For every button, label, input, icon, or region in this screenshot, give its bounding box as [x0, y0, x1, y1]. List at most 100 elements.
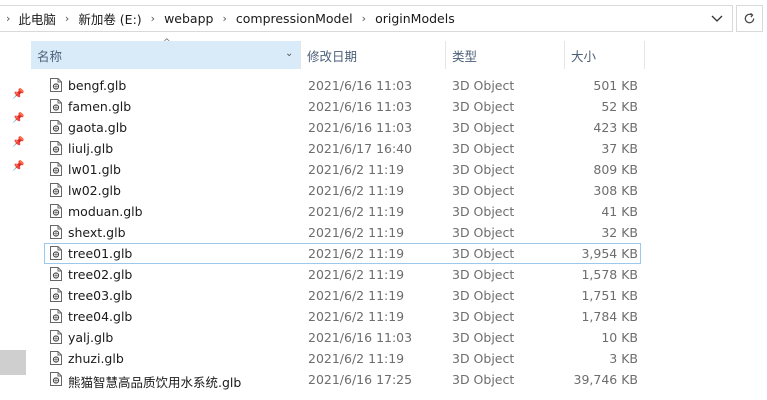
file-name: tree01.glb [68, 246, 133, 261]
file-row[interactable]: bengf.glb 2021/6/16 11:03 3D Object 501 KB [44, 75, 641, 96]
file-name: lw02.glb [68, 183, 121, 198]
file-row[interactable]: lw01.glb 2021/6/2 11:19 3D Object 809 KB [44, 159, 641, 180]
chevron-right-icon[interactable]: › [6, 12, 10, 25]
chevron-down-icon[interactable]: ⌄ [285, 48, 293, 59]
file-size: 423 KB [593, 120, 638, 135]
file-date: 2021/6/2 11:19 [308, 351, 405, 366]
file-date: 2021/6/2 11:19 [308, 267, 405, 282]
file-type: 3D Object [452, 309, 515, 324]
file-type: 3D Object [452, 330, 515, 345]
file-date: 2021/6/2 11:19 [308, 162, 405, 177]
file-size: 41 KB [601, 204, 638, 219]
file-row[interactable]: liulj.glb 2021/6/17 16:40 3D Object 37 KB [44, 138, 641, 159]
glb-file-icon [50, 162, 62, 176]
file-type: 3D Object [452, 120, 515, 135]
glb-file-icon [50, 225, 62, 239]
column-header-name[interactable]: ^ 名称 ⌄ [31, 38, 301, 69]
sort-up-icon: ^ [163, 38, 171, 48]
column-label: 大小 [571, 48, 597, 64]
file-name: zhuzi.glb [68, 351, 124, 366]
file-row[interactable]: gaota.glb 2021/6/16 11:03 3D Object 423 KB [44, 117, 641, 138]
breadcrumb-item[interactable]: 新加卷 (E:) [78, 9, 141, 28]
file-date: 2021/6/16 17:25 [308, 372, 413, 387]
file-date: 2021/6/16 11:03 [308, 78, 413, 93]
column-header-size[interactable]: 大小 [565, 41, 645, 69]
glb-file-icon [50, 351, 62, 365]
address-bar: › 此电脑 › 新加卷 (E:) › webapp › compressionM… [0, 0, 767, 37]
file-row[interactable]: moduan.glb 2021/6/2 11:19 3D Object 41 KB [44, 201, 641, 222]
file-size: 1,751 KB [581, 288, 638, 303]
file-type: 3D Object [452, 141, 515, 156]
file-date: 2021/6/17 16:40 [308, 141, 413, 156]
pin-icon: 📌 [12, 161, 25, 172]
file-size: 32 KB [601, 225, 638, 240]
file-date: 2021/6/16 11:03 [308, 120, 413, 135]
glb-file-icon [50, 78, 62, 92]
file-row[interactable]: tree03.glb 2021/6/2 11:19 3D Object 1,751 K… [44, 285, 641, 306]
glb-file-icon [50, 120, 62, 134]
column-header: ^ 名称 ⌄ 修改日期 类型 大小 [31, 38, 645, 69]
pin-icon: 📌 [12, 89, 25, 100]
file-size: 52 KB [601, 99, 638, 114]
column-label: 类型 [452, 48, 478, 64]
file-name: moduan.glb [68, 204, 143, 219]
file-row[interactable]: yalj.glb 2021/6/16 11:03 3D Object 10 KB [44, 327, 641, 348]
file-row[interactable]: lw02.glb 2021/6/2 11:19 3D Object 308 KB [44, 180, 641, 201]
chevron-right-icon[interactable]: › [362, 12, 366, 25]
file-type: 3D Object [452, 204, 515, 219]
file-type: 3D Object [452, 267, 515, 282]
nav-selected-item[interactable] [0, 350, 26, 375]
file-date: 2021/6/2 11:19 [308, 183, 405, 198]
column-header-type[interactable]: 类型 [446, 41, 565, 69]
file-type: 3D Object [452, 162, 515, 177]
file-row[interactable]: tree01.glb 2021/6/2 11:19 3D Object 3,954 K… [44, 243, 641, 264]
chevron-down-icon[interactable] [708, 10, 726, 28]
file-type: 3D Object [452, 99, 515, 114]
pin-icon: 📌 [12, 137, 25, 148]
file-row[interactable]: zhuzi.glb 2021/6/2 11:19 3D Object 3 KB [44, 348, 641, 369]
glb-file-icon [50, 330, 62, 344]
file-size: 809 KB [593, 162, 638, 177]
file-name: tree02.glb [68, 267, 133, 282]
glb-file-icon [50, 267, 62, 281]
glb-file-icon [50, 183, 62, 197]
address-box[interactable]: › 此电脑 › 新加卷 (E:) › webapp › compressionM… [0, 5, 733, 32]
breadcrumb-item[interactable]: originModels [375, 11, 455, 26]
chevron-right-icon[interactable]: › [151, 12, 155, 25]
file-size: 308 KB [593, 183, 638, 198]
column-label: 名称 [37, 48, 63, 64]
glb-file-icon [50, 309, 62, 323]
file-name: yalj.glb [68, 330, 114, 345]
glb-file-icon [50, 99, 62, 113]
file-name: tree03.glb [68, 288, 133, 303]
file-type: 3D Object [452, 225, 515, 240]
file-row[interactable]: famen.glb 2021/6/16 11:03 3D Object 52 KB [44, 96, 641, 117]
file-type: 3D Object [452, 183, 515, 198]
file-size: 501 KB [593, 78, 638, 93]
file-type: 3D Object [452, 351, 515, 366]
breadcrumb-item[interactable]: webapp [164, 11, 213, 26]
file-name: famen.glb [68, 99, 132, 114]
breadcrumb-item[interactable]: 此电脑 [18, 9, 56, 28]
file-size: 37 KB [601, 141, 638, 156]
file-type: 3D Object [452, 372, 515, 387]
file-row[interactable]: tree02.glb 2021/6/2 11:19 3D Object 1,578 K… [44, 264, 641, 285]
file-row[interactable]: shext.glb 2021/6/2 11:19 3D Object 32 KB [44, 222, 641, 243]
file-row[interactable]: tree04.glb 2021/6/2 11:19 3D Object 1,784 K… [44, 306, 641, 327]
file-name: tree04.glb [68, 309, 133, 324]
glb-file-icon [50, 141, 62, 155]
glb-file-icon [50, 204, 62, 218]
chevron-right-icon[interactable]: › [65, 12, 69, 25]
file-name: 熊猫智慧高品质饮用水系统.glb [68, 375, 242, 390]
breadcrumb-item[interactable]: compressionModel [236, 11, 353, 26]
column-header-date[interactable]: 修改日期 [301, 41, 446, 69]
chevron-right-icon[interactable]: › [222, 12, 226, 25]
file-row[interactable]: 熊猫智慧高品质饮用水系统.glb 2021/6/16 17:25 3D Object… [44, 369, 641, 390]
glb-file-icon [50, 246, 62, 260]
file-date: 2021/6/2 11:19 [308, 204, 405, 219]
refresh-button[interactable] [736, 5, 763, 32]
file-date: 2021/6/16 11:03 [308, 330, 413, 345]
file-size: 3 KB [609, 351, 638, 366]
file-type: 3D Object [452, 78, 515, 93]
file-name: lw01.glb [68, 162, 121, 177]
